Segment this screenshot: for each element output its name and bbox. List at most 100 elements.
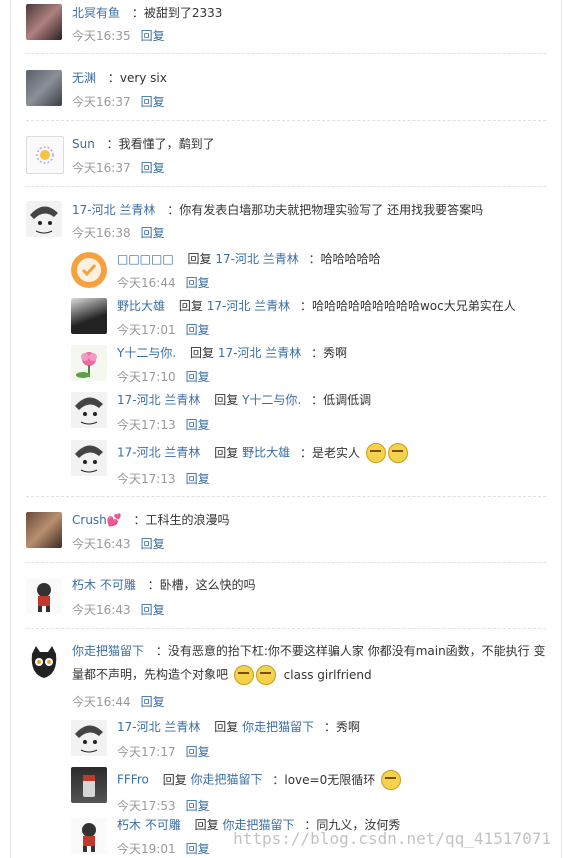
reply-text: ：低调低调 (311, 393, 372, 407)
commenter-name[interactable]: Crush💕 (72, 513, 122, 527)
commenter-name[interactable]: 17-河北 兰青林 (72, 203, 155, 217)
avatar[interactable] (71, 440, 107, 476)
reply-time: 今天19:01 (117, 842, 176, 856)
comment-line: Crush💕 ：工科生的浪漫吗 (72, 511, 230, 528)
commenter-name[interactable]: Sun (72, 137, 95, 151)
comment-text: ：你有发表白墙那功夫就把物理实验写了 还用找我要答案吗 (167, 203, 484, 217)
avatar[interactable] (71, 818, 107, 854)
divider (26, 186, 546, 187)
avatar[interactable] (26, 201, 62, 237)
replier-name[interactable]: 17-河北 兰青林 (117, 393, 200, 407)
reply-button[interactable]: 回复 (141, 603, 165, 617)
commenter-name[interactable]: 无渊 (72, 71, 96, 85)
avatar[interactable] (71, 392, 107, 428)
comment-time: 今天16:44 (72, 695, 131, 709)
avatar[interactable] (26, 578, 62, 614)
comment-meta: 今天16:38 回复 (72, 224, 165, 241)
comment-line: 朽木 不可雕 ：卧槽，这么快的吗 (72, 576, 256, 593)
comment-meta: 今天16:35 回复 (72, 27, 165, 44)
avatar[interactable] (26, 136, 64, 174)
reply-target-name[interactable]: 你走把猫留下 (191, 773, 263, 787)
reply-button[interactable]: 回复 (186, 323, 210, 337)
comment-text: ：没有恶意的抬下杠:你不要这样骗人家 你都没有main函数，不能执行 变 (155, 644, 546, 658)
comment-time: 今天16:43 (72, 603, 131, 617)
divider (26, 120, 546, 121)
reply-line: 野比大雄 回复 17-河北 兰青林 ：哈哈哈哈哈哈哈哈哈woc大兄弟实在人 (117, 297, 516, 314)
avatar[interactable] (71, 252, 107, 288)
smirk-emoji-icon (255, 665, 276, 685)
reply-meta: 今天17:17 回复 (117, 743, 210, 760)
divider (26, 562, 546, 563)
reply-button[interactable]: 回复 (186, 842, 210, 856)
comment-time: 今天16:38 (72, 226, 131, 240)
divider (26, 53, 546, 54)
reply-target-name[interactable]: 你走把猫留下 (242, 720, 314, 734)
avatar[interactable] (71, 345, 107, 381)
avatar[interactable] (71, 298, 107, 334)
avatar[interactable] (71, 720, 107, 756)
avatar[interactable] (71, 767, 107, 803)
reply-word: 回复 (162, 772, 187, 787)
reply-word: 回复 (214, 720, 239, 734)
comment-text: ：卧槽，这么快的吗 (147, 578, 256, 592)
reply-target-name[interactable]: 17-河北 兰青林 (215, 252, 298, 266)
comment-line-continued: 量都不声明，先构造个对象吧 class girlfriend (72, 665, 372, 685)
reply-target-name[interactable]: Y十二与你. (242, 393, 301, 407)
reply-text: ：是老实人 (299, 445, 360, 460)
thinking-emoji-icon (381, 770, 402, 790)
reply-button[interactable]: 回复 (186, 418, 210, 432)
reply-button[interactable]: 回复 (186, 472, 210, 486)
commenter-name[interactable]: 朽木 不可雕 (72, 578, 136, 592)
reply-line: 17-河北 兰青林 回复 你走把猫留下 ：秀啊 (117, 718, 360, 735)
replier-name[interactable]: 野比大雄 (117, 299, 165, 313)
replier-name[interactable]: 17-河北 兰青林 (117, 446, 200, 460)
reply-button[interactable]: 回复 (186, 276, 210, 290)
reply-time: 今天17:53 (117, 799, 176, 813)
replier-name[interactable]: FFFro (117, 773, 149, 787)
comment-meta: 今天16:43 回复 (72, 601, 165, 618)
reply-word: 回复 (189, 346, 214, 360)
reply-meta: 今天17:13 回复 (117, 416, 210, 433)
avatar[interactable] (26, 644, 62, 680)
reply-target-name[interactable]: 野比大雄 (242, 446, 290, 460)
comment-text: ：工科生的浪漫吗 (133, 513, 230, 527)
reply-meta: 今天17:13 回复 (117, 470, 210, 487)
avatar[interactable] (26, 70, 62, 106)
reply-target-name[interactable]: 17-河北 兰青林 (207, 299, 290, 313)
commenter-name[interactable]: 北冥有鱼 (72, 6, 120, 20)
reply-button[interactable]: 回复 (141, 29, 165, 43)
reply-button[interactable]: 回复 (141, 161, 165, 175)
reply-button[interactable]: 回复 (141, 695, 165, 709)
reply-word: 回复 (194, 818, 219, 832)
reply-line: 17-河北 兰青林 回复 Y十二与你. ：低调低调 (117, 391, 371, 408)
replier-name[interactable]: □□□□□ (117, 252, 174, 266)
smirk-emoji-icon (233, 665, 254, 685)
avatar[interactable] (26, 512, 62, 548)
reply-button[interactable]: 回复 (186, 370, 210, 384)
reply-meta: 今天17:01 回复 (117, 321, 210, 338)
reply-time: 今天16:44 (117, 276, 176, 290)
commenter-name[interactable]: 你走把猫留下 (72, 644, 144, 658)
reply-button[interactable]: 回复 (141, 226, 165, 240)
reply-word: 回复 (214, 445, 239, 460)
reply-time: 今天17:13 (117, 472, 176, 486)
comment-text: ：被甜到了2333 (131, 6, 223, 20)
reply-button[interactable]: 回复 (141, 95, 165, 109)
comment-line: 无渊 ：very six (72, 69, 167, 86)
reply-button[interactable]: 回复 (141, 537, 165, 551)
comment-line: Sun ：我看懂了，鹬到了 (72, 135, 215, 152)
comment-line: 北冥有鱼 ：被甜到了2333 (72, 4, 222, 21)
reply-button[interactable]: 回复 (186, 799, 210, 813)
reply-target-name[interactable]: 17-河北 兰青林 (218, 346, 301, 360)
comment-text-tail: class girlfriend (283, 667, 372, 682)
reply-button[interactable]: 回复 (186, 745, 210, 759)
reply-time: 今天17:10 (117, 370, 176, 384)
replier-name[interactable]: 朽木 不可雕 (117, 818, 181, 832)
reply-text: ：love=0无限循环 (272, 772, 376, 787)
comment-text: ：我看懂了，鹬到了 (106, 137, 215, 151)
avatar[interactable] (26, 4, 62, 40)
reply-line: FFFro 回复 你走把猫留下 ：love=0无限循环 (117, 770, 402, 790)
comment-meta: 今天16:43 回复 (72, 535, 165, 552)
replier-name[interactable]: 17-河北 兰青林 (117, 720, 200, 734)
replier-name[interactable]: Y十二与你. (117, 346, 176, 360)
